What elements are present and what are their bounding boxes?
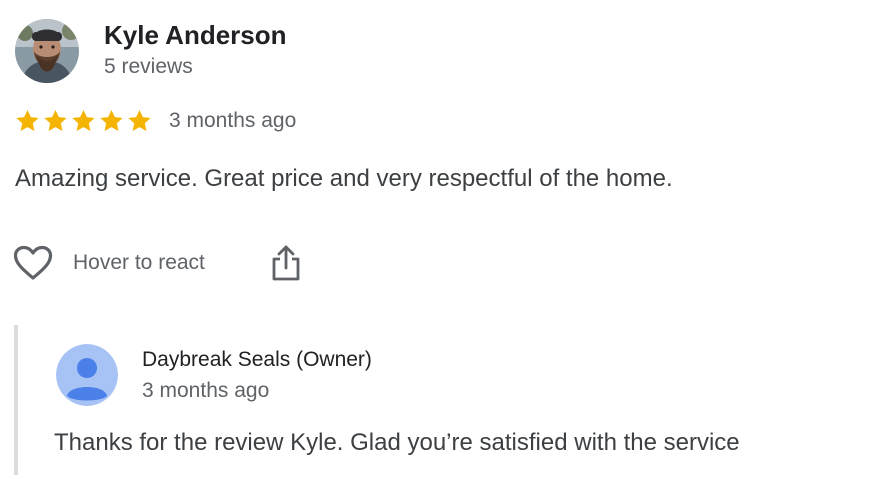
review-actions: Hover to react xyxy=(13,243,303,283)
react-label[interactable]: Hover to react xyxy=(73,251,205,275)
reviewer-avatar[interactable] xyxy=(15,19,79,83)
reviewer-review-count: 5 reviews xyxy=(104,55,193,78)
star-icon xyxy=(100,109,123,131)
owner-name: Daybreak Seals (Owner) xyxy=(142,348,372,371)
share-icon xyxy=(272,245,300,281)
star-icon xyxy=(44,109,67,131)
review-text: Amazing service. Great price and very re… xyxy=(15,165,673,192)
star-icon xyxy=(72,109,95,131)
person-icon xyxy=(56,344,118,406)
reviewer-photo xyxy=(15,19,79,83)
owner-reply-text: Thanks for the review Kyle. Glad you’re … xyxy=(54,429,740,456)
star-icon xyxy=(128,109,151,131)
reviewer-name[interactable]: Kyle Anderson xyxy=(104,20,287,51)
react-button[interactable] xyxy=(13,243,53,283)
stars xyxy=(14,108,153,134)
owner-reply-time: 3 months ago xyxy=(142,379,270,402)
review-time: 3 months ago xyxy=(169,109,297,132)
share-button[interactable] xyxy=(269,243,303,283)
owner-reply: Daybreak Seals (Owner) 3 months ago Than… xyxy=(14,325,878,475)
heart-outline-icon xyxy=(13,245,53,280)
star-rating: 3 months ago xyxy=(14,108,296,134)
star-icon xyxy=(16,109,39,131)
owner-avatar xyxy=(56,344,118,406)
